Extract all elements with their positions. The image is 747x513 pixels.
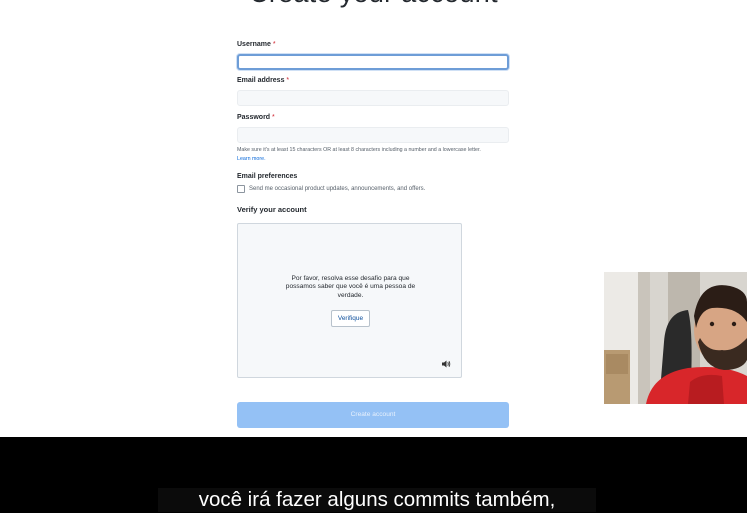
username-input[interactable] — [237, 54, 509, 70]
password-hint: Make sure it's at least 15 characters OR… — [237, 146, 517, 163]
email-preferences-checkbox[interactable] — [237, 185, 245, 193]
password-input[interactable] — [237, 127, 509, 143]
required-mark: * — [272, 114, 275, 121]
password-hint-text: Make sure it's at least 15 characters OR… — [237, 147, 481, 153]
verify-account-label: Verify your account — [237, 205, 307, 214]
email-label: Email address * — [237, 77, 290, 84]
password-field: Password * — [237, 113, 509, 143]
email-preferences-label: Email preferences — [237, 173, 298, 180]
speaker-icon[interactable] — [441, 359, 451, 369]
username-label: Username * — [237, 41, 276, 48]
page-title: Create your account — [0, 0, 747, 9]
captcha-message: Por favor, resolva esse desafio para que… — [285, 275, 416, 299]
email-input[interactable] — [237, 90, 509, 106]
learn-more-link[interactable]: Learn more. — [237, 156, 266, 162]
username-field: Username * — [237, 40, 509, 70]
webcam-overlay — [604, 272, 747, 404]
create-account-button[interactable]: Create account — [237, 402, 509, 428]
required-mark: * — [286, 77, 290, 84]
required-mark: * — [272, 41, 276, 48]
password-label: Password * — [237, 114, 275, 121]
email-preferences-row: Send me occasional product updates, anno… — [237, 185, 425, 193]
captcha-panel: Por favor, resolva esse desafio para que… — [237, 223, 462, 378]
captcha-verify-button[interactable]: Verifique — [331, 310, 370, 327]
webcam-image — [604, 272, 747, 404]
email-preferences-text: Send me occasional product updates, anno… — [249, 186, 426, 192]
video-subtitle: você irá fazer alguns commits também, — [158, 488, 596, 512]
video-frame: Create your account Username * Email add… — [0, 0, 747, 513]
email-field: Email address * — [237, 76, 509, 106]
